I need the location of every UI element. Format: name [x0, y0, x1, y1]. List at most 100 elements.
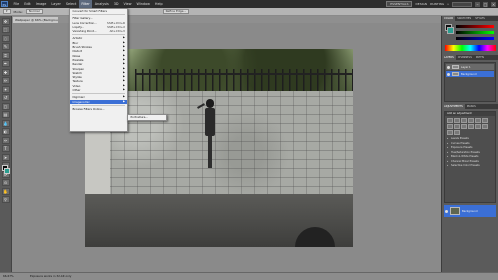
menu-select[interactable]: Select: [63, 0, 78, 8]
tab-styles[interactable]: STYLES: [473, 16, 487, 21]
image-fence-rail: [135, 73, 353, 75]
menu-item-label: Convert for Smart Filters: [72, 9, 107, 13]
clone-stamp-tool-icon[interactable]: ✦: [1, 85, 10, 93]
curves-icon[interactable]: [461, 118, 467, 123]
layer-row[interactable]: Layer 1: [446, 64, 494, 70]
tab-adjustments[interactable]: ADJUSTMENTS: [442, 104, 465, 109]
zoom-level[interactable]: 66.67%: [3, 274, 14, 278]
tab-paths[interactable]: PATHS: [474, 55, 486, 60]
right-panels: COLOR SWATCHES STYLES LAYERS CHANNELS PA…: [441, 16, 498, 272]
vibrance-icon[interactable]: [475, 118, 481, 123]
maximize-icon[interactable]: □: [483, 1, 488, 7]
menu-separator: [72, 34, 125, 36]
adjustment-preset-item[interactable]: Selective Color Presets: [445, 164, 495, 169]
refine-edge-button[interactable]: Refine Edge...: [162, 9, 190, 14]
menu-item-label: Vanishing Point...: [72, 29, 97, 34]
color-balance-icon[interactable]: [447, 124, 453, 129]
gradient-tool-icon[interactable]: ▤: [1, 111, 10, 118]
3d-orbit-tool-icon[interactable]: ⊙: [1, 179, 10, 186]
move-tool-icon[interactable]: ✥: [1, 17, 10, 25]
portraiture-menu-item[interactable]: Portraiture...: [128, 115, 166, 120]
brightness-contrast-icon[interactable]: [447, 118, 453, 123]
levels-icon[interactable]: [454, 118, 460, 123]
menu-edit[interactable]: Edit: [22, 0, 34, 8]
tab-color[interactable]: COLOR: [442, 16, 456, 21]
black-white-icon[interactable]: [454, 124, 460, 129]
type-tool-icon[interactable]: T: [1, 145, 10, 152]
marquee-tool-icon[interactable]: ⬚: [1, 26, 10, 33]
lasso-tool-icon[interactable]: ◌: [1, 34, 10, 42]
threshold-icon[interactable]: [447, 130, 453, 135]
filter-menu-item-vanishing-point[interactable]: Vanishing Point... Alt+Ctrl+V: [70, 29, 127, 33]
menu-filter[interactable]: Filter: [78, 0, 93, 8]
healing-tool-icon[interactable]: ✚: [1, 68, 10, 76]
color-panel: [444, 23, 496, 53]
workspace-painting[interactable]: PAINTING: [430, 2, 444, 6]
menu-file[interactable]: File: [11, 0, 22, 8]
search-input[interactable]: [452, 1, 472, 7]
workspace-more[interactable]: »: [447, 2, 449, 6]
mode-select[interactable]: Normal: [25, 9, 43, 14]
status-bar: 66.67% Exposure works in 32-bit only: [0, 272, 498, 280]
green-slider[interactable]: [456, 31, 494, 34]
menu-layer[interactable]: Layer: [49, 0, 63, 8]
menu-window[interactable]: Window: [134, 0, 152, 8]
filter-menu-item-browse-filters-online[interactable]: Browse Filters Online...: [70, 107, 127, 111]
photo-filter-icon[interactable]: [461, 124, 467, 129]
quick-select-tool-icon[interactable]: ✎: [1, 43, 10, 50]
red-slider[interactable]: [456, 25, 494, 28]
posterize-icon[interactable]: [482, 124, 488, 129]
filter-menu-item-imagenomic[interactable]: Imagenomic ▶: [70, 99, 127, 104]
layer-row[interactable]: Background: [446, 71, 494, 77]
status-info: Exposure works in 32-bit only: [30, 274, 72, 278]
tab-channels[interactable]: CHANNELS: [456, 55, 474, 60]
eye-icon[interactable]: [447, 72, 450, 76]
eye-icon[interactable]: [447, 65, 450, 69]
workspace-essentials[interactable]: ESSENTIALS: [386, 1, 413, 7]
path-select-tool-icon[interactable]: ➤: [1, 153, 10, 161]
invert-icon[interactable]: [475, 124, 481, 129]
menu-3d[interactable]: 3D: [111, 0, 121, 8]
pen-tool-icon[interactable]: ✑: [1, 136, 10, 144]
menu-view[interactable]: View: [121, 0, 134, 8]
menu-image[interactable]: Image: [33, 0, 49, 8]
eye-icon[interactable]: [445, 209, 448, 213]
tab-masks[interactable]: MASKS: [465, 104, 478, 109]
adjustment-icons: [445, 116, 495, 137]
hand-tool-icon[interactable]: ✋: [1, 187, 10, 195]
dodge-tool-icon[interactable]: ◐: [1, 128, 10, 135]
panel-background-swatch[interactable]: [447, 27, 454, 34]
layer-row[interactable]: Background: [444, 205, 496, 217]
color-panel-tabs: COLOR SWATCHES STYLES: [442, 16, 498, 21]
tab-swatches[interactable]: SWATCHES: [455, 16, 473, 21]
blue-slider[interactable]: [456, 37, 494, 40]
gradient-map-icon[interactable]: [454, 130, 460, 135]
hue-saturation-icon[interactable]: [482, 118, 488, 123]
zoom-tool-icon[interactable]: ⚲: [1, 196, 10, 203]
close-icon[interactable]: ×: [491, 1, 496, 7]
color-spectrum[interactable]: [445, 45, 496, 51]
main-menu: File Edit Image Layer Select Filter Analysis 3D…: [11, 0, 165, 8]
minimize-icon[interactable]: –: [475, 1, 480, 7]
channel-mixer-icon[interactable]: [468, 124, 474, 129]
tool-preset-picker[interactable]: ▾: [3, 9, 11, 14]
menu-item-label: Other: [72, 88, 81, 93]
menu-item-label: Imagenomic: [72, 99, 90, 104]
eraser-tool-icon[interactable]: ◻: [1, 102, 10, 110]
brush-tool-icon[interactable]: ✏: [1, 77, 10, 84]
tab-layers[interactable]: LAYERS: [442, 55, 456, 60]
eyedropper-tool-icon[interactable]: ✒: [1, 60, 10, 67]
filter-menu-item-convert-for-smart-filters[interactable]: Convert for Smart Filters: [70, 9, 127, 13]
menu-help[interactable]: Help: [152, 0, 165, 8]
adjustments-panel-tabs: ADJUSTMENTS MASKS: [442, 104, 498, 109]
history-brush-tool-icon[interactable]: ↺: [1, 94, 10, 101]
blur-tool-icon[interactable]: 💧: [1, 119, 10, 127]
filter-menu-dropdown: Convert for Smart Filters Filter Gallery.…: [69, 8, 128, 132]
background-color-swatch[interactable]: [4, 168, 10, 174]
mode-label: Mode:: [13, 9, 23, 14]
workspace-design[interactable]: DESIGN: [415, 2, 427, 6]
exposure-icon[interactable]: [468, 118, 474, 123]
crop-tool-icon[interactable]: ⌗: [1, 51, 10, 59]
menu-analysis[interactable]: Analysis: [92, 0, 111, 8]
filter-menu-item-other[interactable]: Other ▶: [70, 88, 127, 92]
